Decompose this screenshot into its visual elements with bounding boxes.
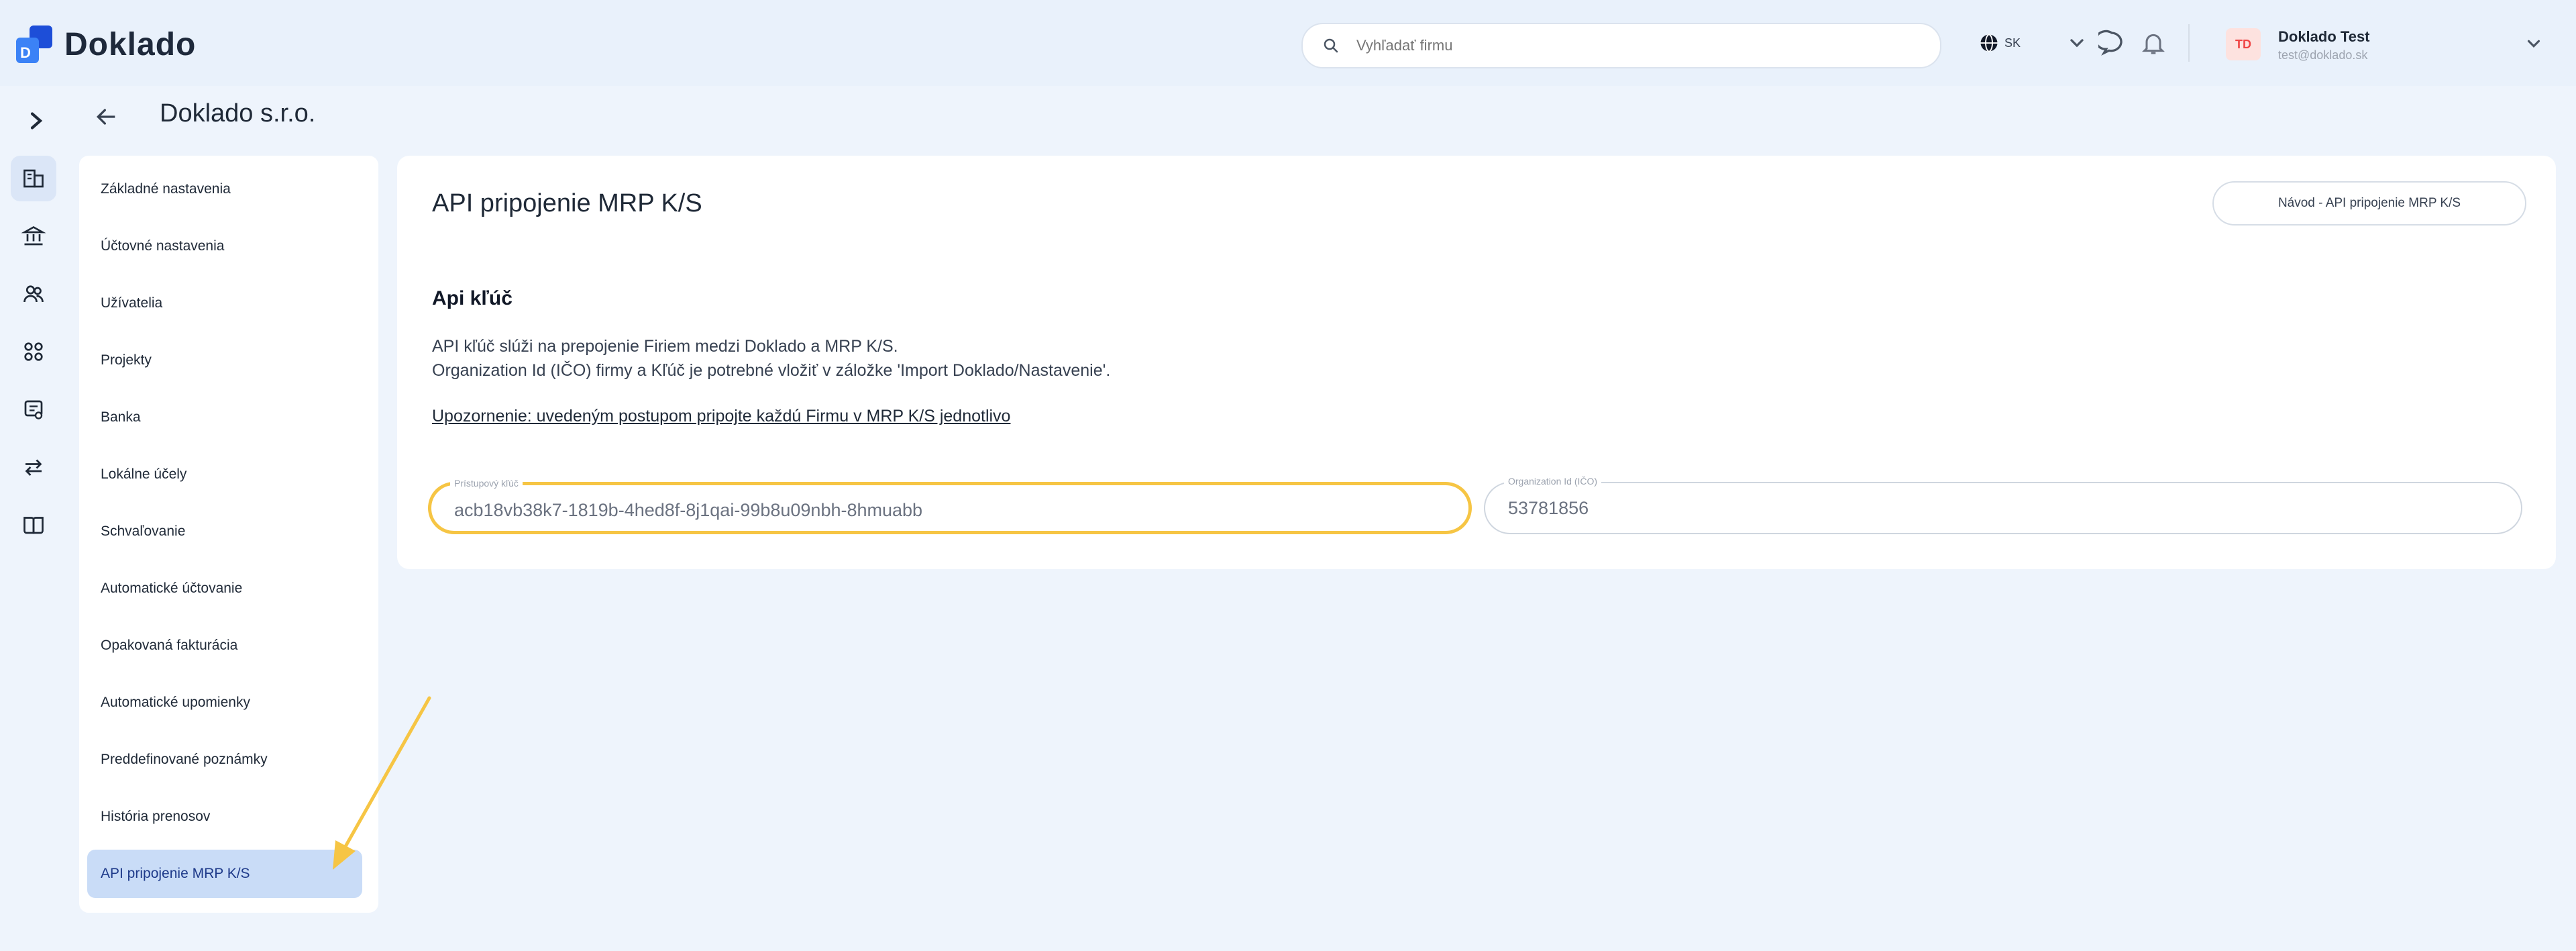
rail-projects[interactable]	[11, 329, 56, 374]
api-key-label: Prístupový kľúč	[450, 478, 523, 489]
menu-item-local-purposes[interactable]: Lokálne účely	[87, 450, 362, 499]
chat-icon[interactable]	[2098, 30, 2125, 56]
logo-mark-icon: D	[16, 26, 52, 63]
bank-icon	[21, 226, 46, 246]
api-key-field[interactable]: Prístupový kľúč acb18vb38k7-1819b-4hed8f…	[428, 478, 1472, 534]
page-title: API pripojenie MRP K/S	[432, 189, 702, 217]
annotation-arrow-icon	[333, 696, 431, 870]
warning-text: Upozornenie: uvedeným postupom pripojte …	[432, 407, 1011, 426]
organization-id-label: Organization Id (IČO)	[1504, 476, 1602, 487]
api-connection-panel: API pripojenie MRP K/S Návod - API pripo…	[397, 156, 2556, 569]
user-email: test@doklado.sk	[2278, 48, 2368, 62]
rail-receipts[interactable]	[11, 387, 56, 432]
expand-sidebar-icon[interactable]	[24, 107, 48, 134]
chevron-down-icon[interactable]	[2066, 32, 2088, 54]
book-icon	[23, 517, 44, 534]
bell-icon[interactable]	[2140, 28, 2167, 58]
rail-transfers[interactable]	[11, 444, 56, 490]
receipt-icon	[24, 400, 43, 419]
toolbar-divider	[2188, 24, 2190, 62]
brand-logo[interactable]: D Doklado	[16, 24, 196, 64]
menu-item-basic-settings[interactable]: Základné nastavenia	[87, 165, 362, 213]
description-line-2: Organization Id (IČO) firmy a Kľúč je po…	[432, 361, 1111, 380]
organization-id-value[interactable]: 53781856	[1508, 498, 1589, 519]
menu-item-bank[interactable]: Banka	[87, 393, 362, 442]
search-box[interactable]	[1301, 23, 1941, 68]
language-code: SK	[2004, 36, 2021, 50]
users-icon	[23, 285, 44, 303]
menu-item-users[interactable]: Užívatelia	[87, 279, 362, 328]
building-icon	[23, 169, 44, 188]
menu-item-accounting-settings[interactable]: Účtovné nastavenia	[87, 222, 362, 270]
brand-name: Doklado	[64, 26, 197, 62]
user-name[interactable]: Doklado Test	[2278, 28, 2370, 46]
search-icon	[1324, 38, 1338, 53]
back-arrow-icon[interactable]	[90, 103, 122, 130]
projects-icon	[24, 342, 43, 361]
rail-company-settings[interactable]	[11, 156, 56, 201]
menu-item-approval[interactable]: Schvaľovanie	[87, 507, 362, 556]
rail-bank[interactable]	[11, 213, 56, 259]
organization-id-field[interactable]: Organization Id (IČO) 53781856	[1484, 476, 2522, 534]
rail-book[interactable]	[11, 502, 56, 548]
api-key-value[interactable]: acb18vb38k7-1819b-4hed8f-8j1qai-99b8u09n…	[454, 500, 922, 521]
description-line-1: API kľúč slúži na prepojenie Firiem medz…	[432, 337, 898, 356]
transfer-icon	[25, 459, 42, 476]
guide-button[interactable]: Návod - API pripojenie MRP K/S	[2212, 181, 2526, 226]
avatar[interactable]: TD	[2226, 28, 2261, 60]
section-title: Api kľúč	[432, 287, 513, 309]
globe-icon	[1980, 34, 1998, 52]
top-bar: D Doklado SK TD Doklado Test test@doklad…	[0, 0, 2576, 86]
menu-item-auto-accounting[interactable]: Automatické účtovanie	[87, 564, 362, 613]
company-name: Doklado s.r.o.	[160, 99, 316, 128]
search-input[interactable]	[1355, 36, 1908, 55]
logo-letter: D	[20, 44, 31, 61]
user-menu-chevron-icon[interactable]	[2524, 34, 2544, 54]
rail-users[interactable]	[11, 271, 56, 317]
menu-item-projects[interactable]: Projekty	[87, 336, 362, 385]
menu-item-recurring-invoicing[interactable]: Opakovaná fakturácia	[87, 621, 362, 670]
language-selector[interactable]: SK	[1979, 30, 2021, 56]
